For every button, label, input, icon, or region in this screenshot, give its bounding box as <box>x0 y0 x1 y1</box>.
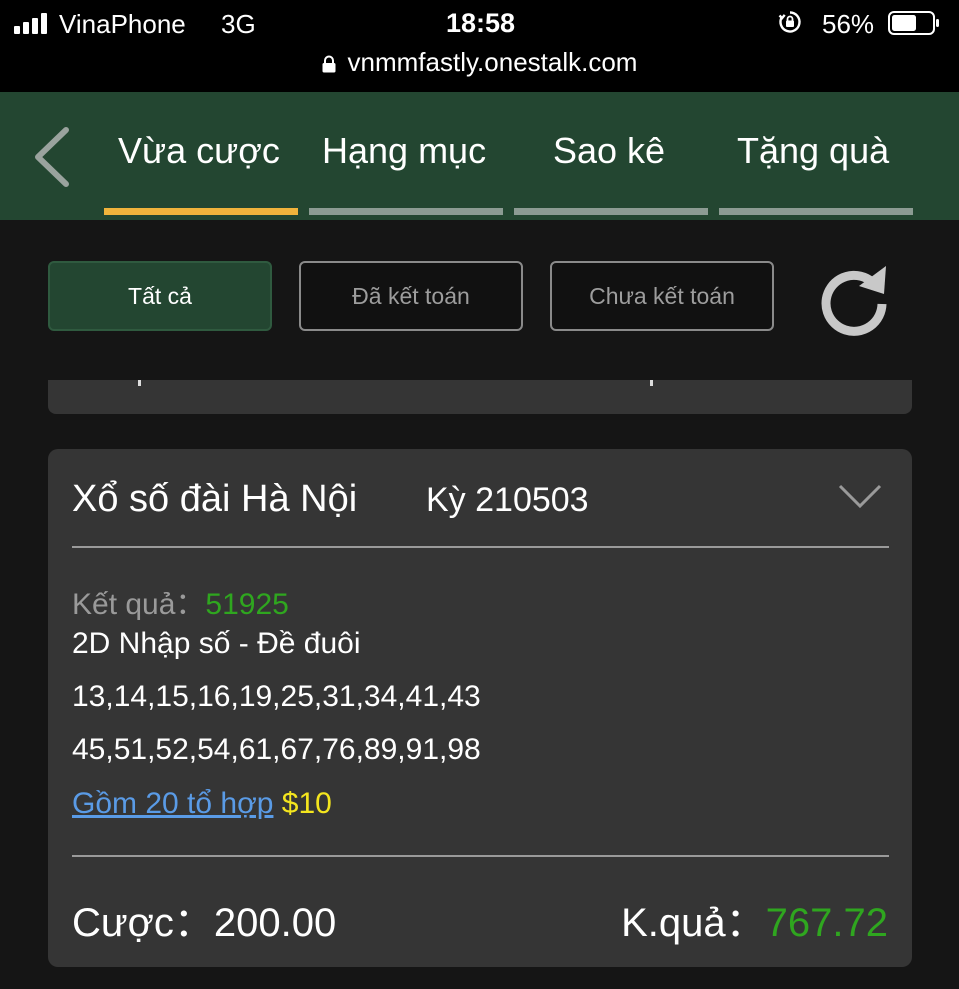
result-label: Kết quả： <box>72 588 206 621</box>
status-time: 18:58 <box>446 8 516 38</box>
padlock-icon <box>322 55 336 73</box>
tab-hang-muc[interactable]: Hạng mục <box>322 130 486 172</box>
tab-indicator <box>309 208 503 215</box>
status-bar: VinaPhone 3G 18:58 56% vnmmfastly.onesta… <box>0 0 959 92</box>
tab-sao-ke[interactable]: Sao kê <box>553 130 665 172</box>
filter-settled-button[interactable]: Đã kết toán <box>299 261 523 331</box>
numbers-line-2: 45,51,52,54,61,67,76,89,91,98 <box>72 733 481 766</box>
payout-value: 767.72 <box>765 901 888 945</box>
numbers-line-1: 13,14,15,16,19,25,31,34,41,43 <box>72 680 481 713</box>
address-bar[interactable]: vnmmfastly.onestalk.com <box>0 47 959 78</box>
battery-icon <box>888 11 939 35</box>
combo-amount: $10 <box>281 787 332 820</box>
lottery-period: Kỳ 210503 <box>426 481 589 519</box>
bet-label: Cược： <box>72 901 214 945</box>
battery-percent: 56% <box>822 9 875 39</box>
back-arrow-icon[interactable] <box>30 126 74 188</box>
tab-tang-qua[interactable]: Tặng quà <box>737 130 889 172</box>
refresh-icon[interactable] <box>818 264 890 336</box>
network-type: 3G <box>221 9 256 39</box>
divider <box>72 546 889 548</box>
combo-link[interactable]: Gồm 20 tổ hợp <box>72 787 273 820</box>
bet-value: 200.00 <box>213 901 337 945</box>
tab-vua-cuoc[interactable]: Vừa cược <box>118 130 280 172</box>
filter-unsettled-button[interactable]: Chưa kết toán <box>550 261 774 331</box>
tab-indicator <box>719 208 913 215</box>
tab-header: Vừa cược Hạng mục Sao kê Tặng quà <box>0 92 959 220</box>
divider <box>72 855 889 857</box>
payout-row: K.quả：767.72 <box>621 890 888 948</box>
payout-label: K.quả： <box>621 901 766 945</box>
rotation-lock-icon <box>778 11 801 33</box>
bet-card: Xổ số đài Hà Nội Kỳ 210503 Kết quả：51925… <box>48 449 912 967</box>
filter-all-button[interactable]: Tất cả <box>48 261 272 331</box>
previous-bet-card[interactable] <box>48 380 912 414</box>
tab-indicator <box>514 208 708 215</box>
bet-type: 2D Nhập số - Đề đuôi <box>72 627 361 660</box>
tab-indicator-active <box>104 208 298 215</box>
chevron-down-icon[interactable] <box>838 483 882 509</box>
url-text: vnmmfastly.onestalk.com <box>347 47 638 77</box>
carrier-name: VinaPhone <box>59 9 186 39</box>
bet-amount-row: Cược：200.00 <box>72 890 336 948</box>
result-row: Kết quả：51925 <box>72 579 289 623</box>
signal-icon <box>14 12 47 34</box>
lottery-title: Xổ số đài Hà Nội <box>72 478 358 520</box>
combo-row: Gồm 20 tổ hợp $10 <box>72 787 332 821</box>
result-value: 51925 <box>205 588 289 621</box>
